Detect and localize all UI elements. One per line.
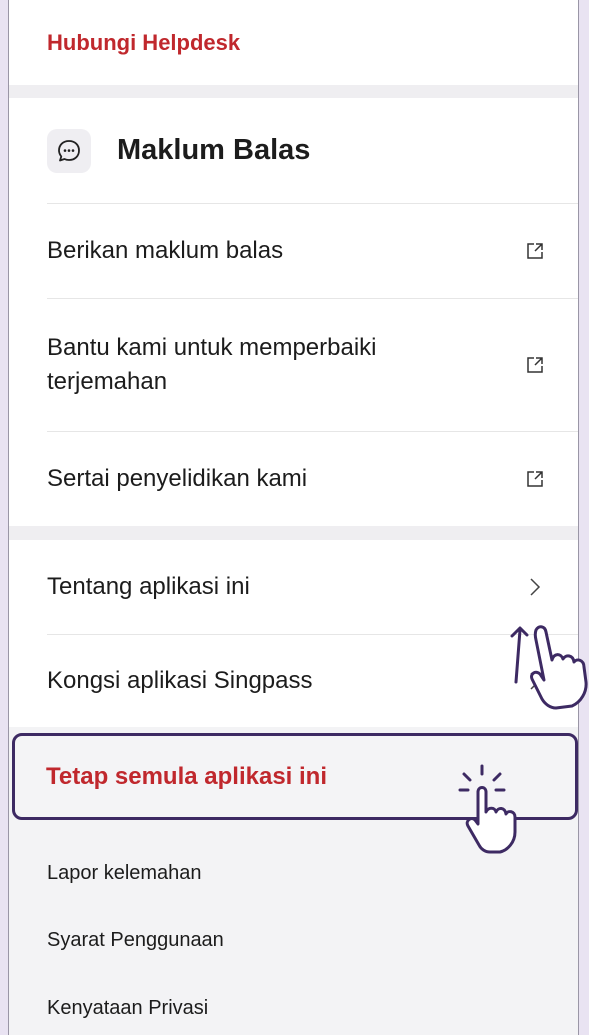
contact-helpdesk-link[interactable]: Hubungi Helpdesk bbox=[9, 0, 578, 85]
join-research-label: Sertai penyelidikan kami bbox=[47, 465, 308, 492]
share-app-item[interactable]: Kongsi aplikasi Singpass bbox=[9, 635, 578, 727]
improve-translation-label: Bantu kami untuk memperbaiki terjemahan bbox=[47, 334, 377, 395]
reset-app-label: Tetap semula aplikasi ini bbox=[46, 762, 327, 790]
report-vulnerability-label: Lapor kelemahan bbox=[47, 861, 202, 884]
chat-bubble-icon bbox=[47, 128, 91, 173]
share-app-label: Kongsi aplikasi Singpass bbox=[47, 667, 313, 694]
section-gap bbox=[9, 85, 578, 98]
feedback-section-header: Maklum Balas bbox=[9, 98, 578, 203]
swipe-hand-icon bbox=[510, 625, 588, 710]
improve-translation-item[interactable]: Bantu kami untuk memperbaiki terjemahan bbox=[9, 299, 578, 431]
section-gap bbox=[9, 526, 578, 540]
external-link-icon bbox=[526, 470, 544, 488]
join-research-item[interactable]: Sertai penyelidikan kami bbox=[9, 432, 578, 526]
terms-of-use-label: Syarat Penggunaan bbox=[47, 928, 224, 951]
privacy-statement-link[interactable]: Kenyataan Privasi bbox=[9, 983, 578, 1033]
contact-helpdesk-label: Hubungi Helpdesk bbox=[47, 29, 241, 55]
about-app-item[interactable]: Tentang aplikasi ini bbox=[9, 540, 578, 634]
chevron-right-icon bbox=[526, 578, 544, 596]
give-feedback-item[interactable]: Berikan maklum balas bbox=[9, 204, 578, 298]
terms-of-use-link[interactable]: Syarat Penggunaan bbox=[9, 915, 578, 965]
privacy-statement-label: Kenyataan Privasi bbox=[47, 996, 209, 1019]
give-feedback-label: Berikan maklum balas bbox=[47, 237, 284, 264]
feedback-section-title: Maklum Balas bbox=[117, 134, 311, 166]
external-link-icon bbox=[526, 356, 544, 374]
settings-screen: Hubungi Helpdesk Maklum Balas Berikan ma… bbox=[8, 0, 579, 1035]
tap-hand-icon bbox=[458, 764, 517, 854]
about-app-label: Tentang aplikasi ini bbox=[47, 573, 250, 600]
external-link-icon bbox=[526, 242, 544, 260]
